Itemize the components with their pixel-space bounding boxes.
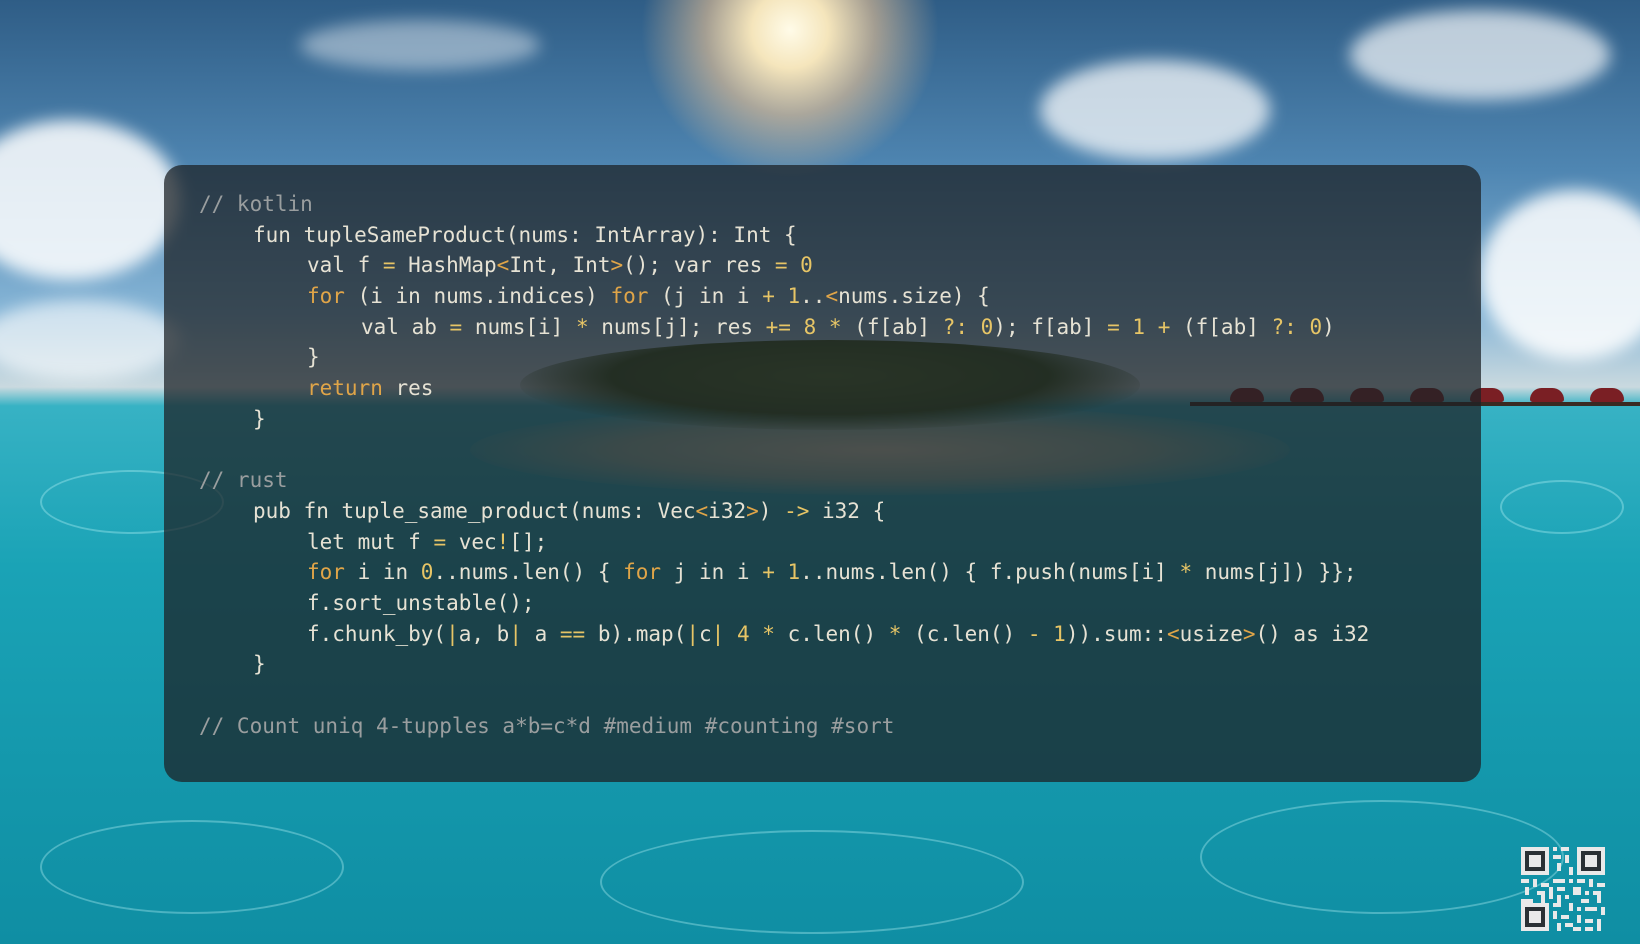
code-line: f.sort_unstable(); [307, 590, 535, 615]
cloud-mid-right [1040, 60, 1270, 160]
code-line: f.chunk_by(|a, b| a == b).map(|c| 4 * c.… [307, 621, 1370, 646]
water-ripple [1200, 800, 1564, 914]
code-line: val ab = nums[i] * nums[j]; res += 8 * (… [361, 314, 1335, 339]
qr-code-icon [1521, 847, 1605, 931]
water-ripple [40, 820, 344, 914]
code-line: for i in 0..nums.len() { for j in i + 1.… [307, 560, 1357, 585]
code-line: for (i in nums.indices) for (j in i + 1.… [307, 284, 990, 309]
cloud-right [1480, 190, 1640, 360]
overwater-hut [1590, 388, 1624, 402]
cloud-left [0, 120, 180, 280]
cloud-top-right [1350, 10, 1610, 100]
code-line: } [253, 652, 266, 677]
rust-comment: // rust [199, 468, 288, 493]
code-line: } [253, 406, 266, 431]
cloud-wisp [300, 20, 540, 70]
footer-comment: // Count uniq 4-tupples a*b=c*d #medium … [199, 713, 895, 738]
code-line: pub fn tuple_same_product(nums: Vec<i32>… [253, 498, 886, 523]
code-panel: // kotlin fun tupleSameProduct(nums: Int… [164, 165, 1605, 931]
sun-glow [640, 0, 940, 180]
code-line: let mut f = vec![]; [307, 529, 548, 554]
code-line: fun tupleSameProduct(nums: IntArray): In… [253, 222, 797, 247]
overwater-hut [1530, 388, 1564, 402]
code-block: // kotlin fun tupleSameProduct(nums: Int… [199, 189, 1369, 741]
cloud-left-low [0, 300, 180, 380]
code-line: } [307, 345, 320, 370]
water-ripple [1500, 480, 1624, 534]
kotlin-comment: // kotlin [199, 192, 313, 216]
water-ripple [600, 830, 1024, 934]
code-line: return res [307, 376, 434, 401]
code-line: val f = HashMap<Int, Int>(); var res = 0 [307, 253, 813, 278]
